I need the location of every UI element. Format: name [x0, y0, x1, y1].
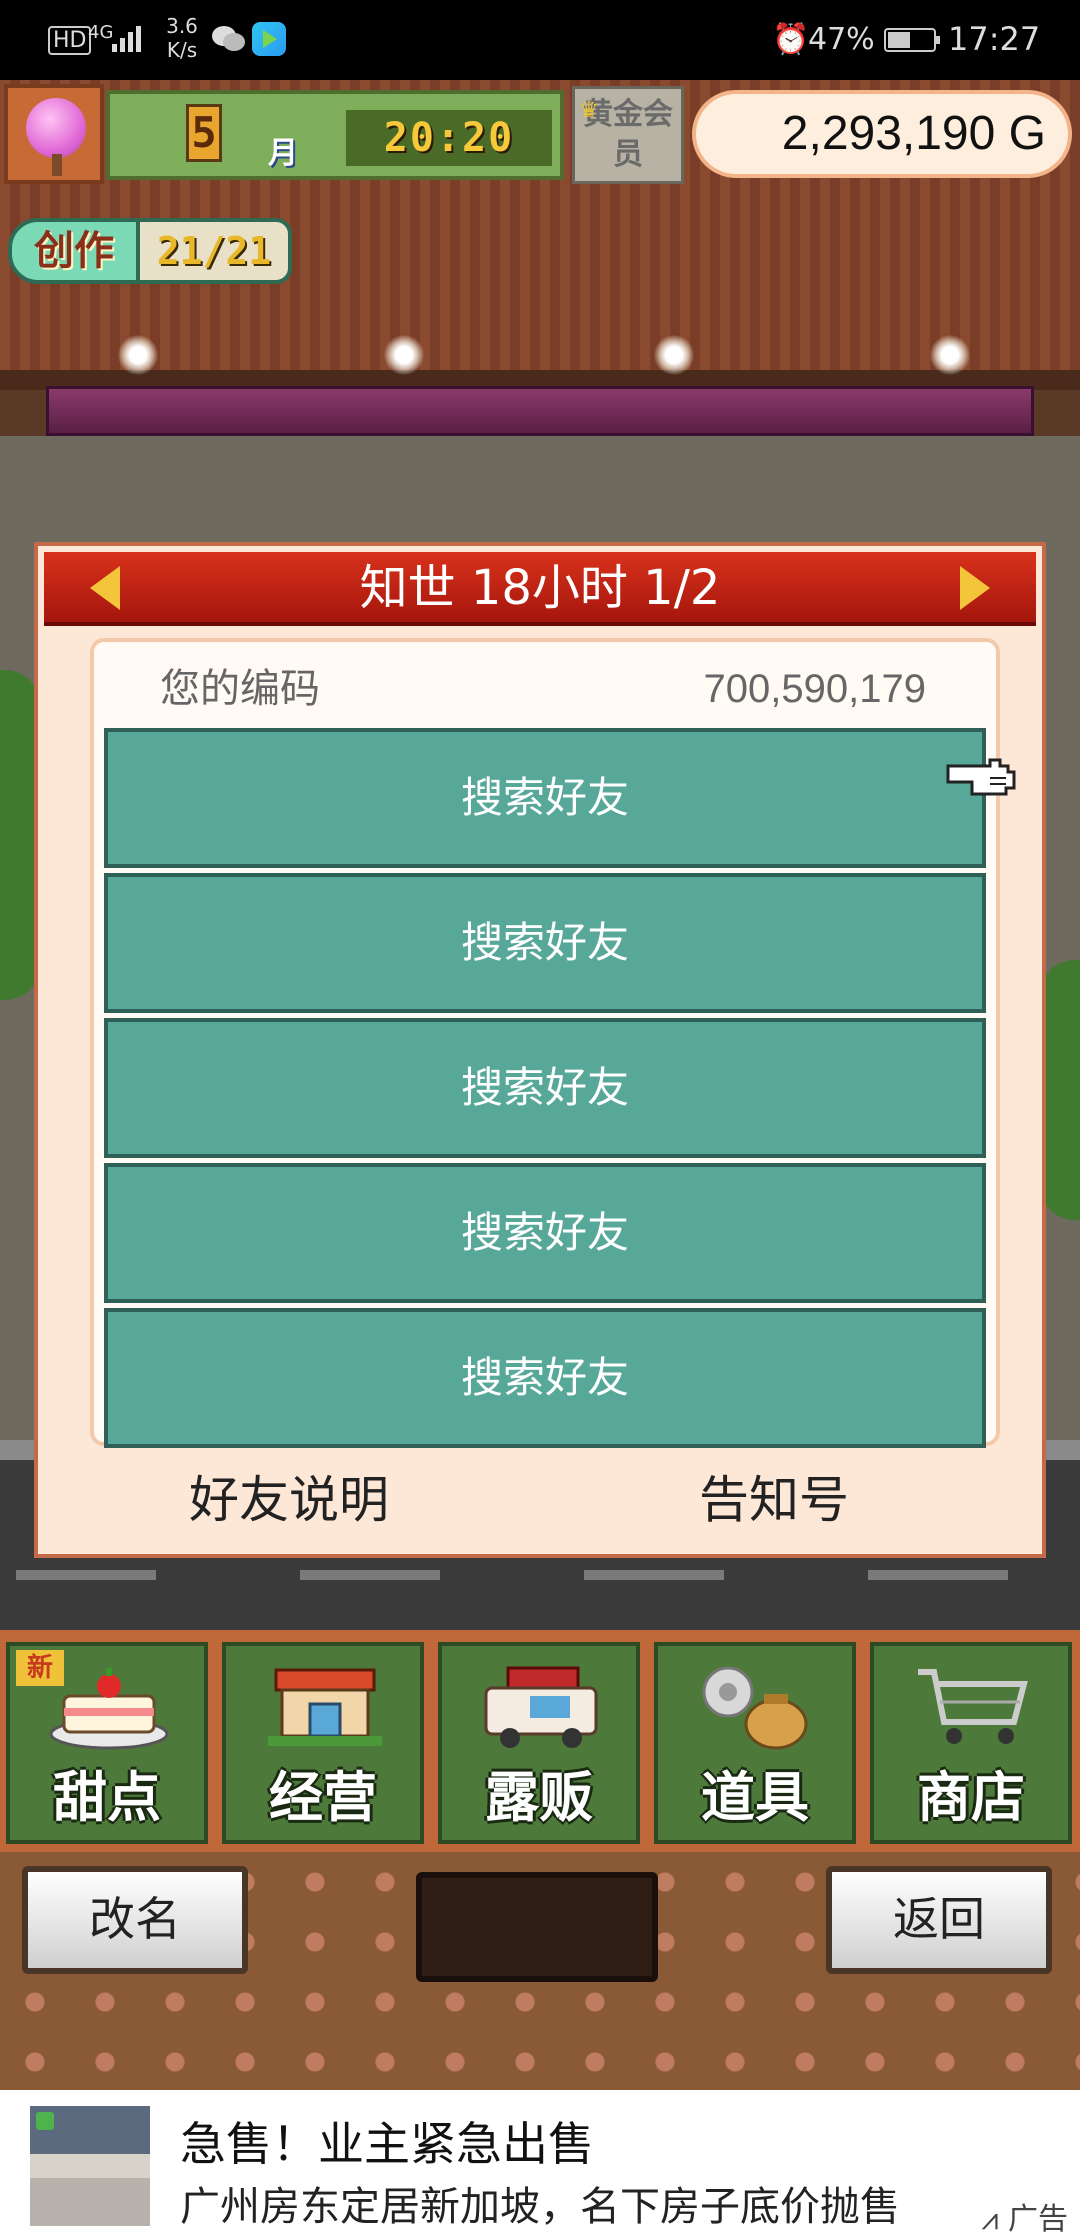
video-app-icon — [252, 22, 286, 56]
friends-dialog: 知世 18小时 1/2 您的编码 700,590,179 搜索好友 搜索好友 搜… — [34, 542, 1046, 1558]
shop-tree-button[interactable] — [4, 84, 104, 184]
signal-icon — [112, 22, 146, 52]
cake-icon — [49, 1668, 169, 1750]
friend-slot-list: 搜索好友 搜索好友 搜索好友 搜索好友 搜索好友 — [104, 728, 986, 1453]
ad-tag: ⩘ 广告 — [982, 2194, 1068, 2238]
search-friend-button[interactable]: 搜索好友 — [104, 873, 986, 1013]
alarm-icon: ⏰ — [772, 22, 810, 57]
menu-stall-button[interactable]: 露贩 — [438, 1642, 640, 1844]
clock-time: 17:27 — [948, 20, 1041, 58]
search-friend-button[interactable]: 搜索好友 — [104, 1018, 986, 1158]
ad-description: 广州房东定居新加坡，名下房子底价抛售 — [180, 2184, 900, 2230]
notice-code-button[interactable]: 告知号 — [664, 1452, 884, 1548]
create-label: 创作 — [8, 218, 140, 284]
network-type: 4G — [88, 22, 114, 43]
search-friend-button[interactable]: 搜索好友 — [104, 1308, 986, 1448]
your-code-value: 700,590,179 — [703, 667, 926, 711]
previous-page-arrow-icon[interactable] — [90, 566, 120, 610]
network-speed-unit: K/s — [166, 38, 198, 62]
friend-list-panel: 您的编码 700,590,179 搜索好友 搜索好友 搜索好友 搜索好友 搜索好… — [90, 638, 1000, 1448]
menu-store-button[interactable]: 商店 — [870, 1642, 1072, 1844]
item-bag-icon — [702, 1666, 808, 1750]
menu-items-label: 道具 — [701, 1766, 809, 1829]
dialog-title: 知世 18小时 1/2 — [359, 560, 721, 616]
menu-stall-label: 露贩 — [485, 1766, 593, 1829]
home-icon — [36, 2112, 54, 2130]
status-bar: HD 4G 3.6 K/s ⏰ 47% 17:27 — [0, 0, 1080, 80]
your-code-label: 您的编码 — [160, 666, 320, 712]
month-unit: 月 — [268, 136, 298, 171]
battery-icon — [884, 28, 940, 52]
lamp-light — [118, 335, 158, 375]
ad-tag-label: 广告 — [1008, 2202, 1068, 2237]
game-clock: 20:20 — [346, 110, 552, 166]
road-line — [868, 1570, 1008, 1580]
shopping-cart-icon — [918, 1669, 1028, 1744]
dialog-footer: 好友说明 告知号 — [44, 1452, 1036, 1548]
create-counter[interactable]: 创作 21/21 — [8, 218, 292, 284]
ad-banner[interactable]: 急售！业主紧急出售 广州房东定居新加坡，名下房子底价抛售 ⩘ 广告 — [0, 2090, 1080, 2240]
menu-dessert-button[interactable]: 新 甜点 — [6, 1642, 208, 1844]
menu-dessert-label: 甜点 — [53, 1766, 161, 1829]
wechat-icon — [212, 26, 245, 51]
shop-icon — [268, 1668, 382, 1746]
road-line — [300, 1570, 440, 1580]
pink-tree-icon — [26, 98, 86, 158]
search-friend-button[interactable]: 搜索好友 — [104, 1163, 986, 1303]
road-line — [584, 1570, 724, 1580]
game-scene: 5 月 20:20 ♛ 黄金会员 2,293,190 G 创作 21/21 知世… — [0, 80, 1080, 2090]
menu-items-button[interactable]: 道具 — [654, 1642, 856, 1844]
back-button[interactable]: 返回 — [826, 1866, 1052, 1974]
lamp-light — [654, 335, 694, 375]
tree-right — [1040, 960, 1080, 1220]
month-value: 5 — [186, 104, 222, 162]
pointing-hand-icon — [946, 758, 1016, 796]
dialog-header: 知世 18小时 1/2 — [44, 552, 1036, 626]
hd-indicator: HD — [48, 26, 92, 55]
crown-icon: ♛ — [579, 98, 599, 123]
battery-percent: 47% — [808, 22, 875, 57]
food-truck-icon — [484, 1666, 598, 1748]
menu-manage-label: 经营 — [269, 1766, 377, 1829]
date-panel: 5 月 20:20 — [106, 90, 564, 180]
friend-help-button[interactable]: 好友说明 — [174, 1452, 404, 1548]
create-value: 21/21 — [136, 218, 292, 284]
ad-logo-icon: ⩘ — [981, 2202, 1008, 2237]
lamp-light — [384, 335, 424, 375]
road-line — [16, 1570, 156, 1580]
ad-title: 急售！业主紧急出售 — [180, 2117, 594, 2171]
money-display: 2,293,190 G — [692, 90, 1072, 178]
tree-trunk — [52, 154, 62, 176]
rename-button[interactable]: 改名 — [22, 1866, 248, 1974]
network-speed: 3.6 K/s — [160, 14, 204, 62]
network-speed-value: 3.6 — [166, 14, 198, 38]
gold-member-button[interactable]: ♛ 黄金会员 — [572, 86, 684, 184]
menu-store-label: 商店 — [917, 1766, 1025, 1829]
center-slot — [416, 1872, 658, 1982]
ad-thumbnail — [30, 2106, 150, 2226]
bottom-bar: 改名 返回 — [0, 1852, 1080, 2090]
next-page-arrow-icon[interactable] — [960, 566, 990, 610]
menu-manage-button[interactable]: 经营 — [222, 1642, 424, 1844]
search-friend-button[interactable]: 搜索好友 — [104, 728, 986, 868]
shop-awning — [46, 386, 1034, 436]
main-menu: 新 甜点 经营 露贩 道具 商店 — [0, 1630, 1080, 1852]
lamp-light — [930, 335, 970, 375]
